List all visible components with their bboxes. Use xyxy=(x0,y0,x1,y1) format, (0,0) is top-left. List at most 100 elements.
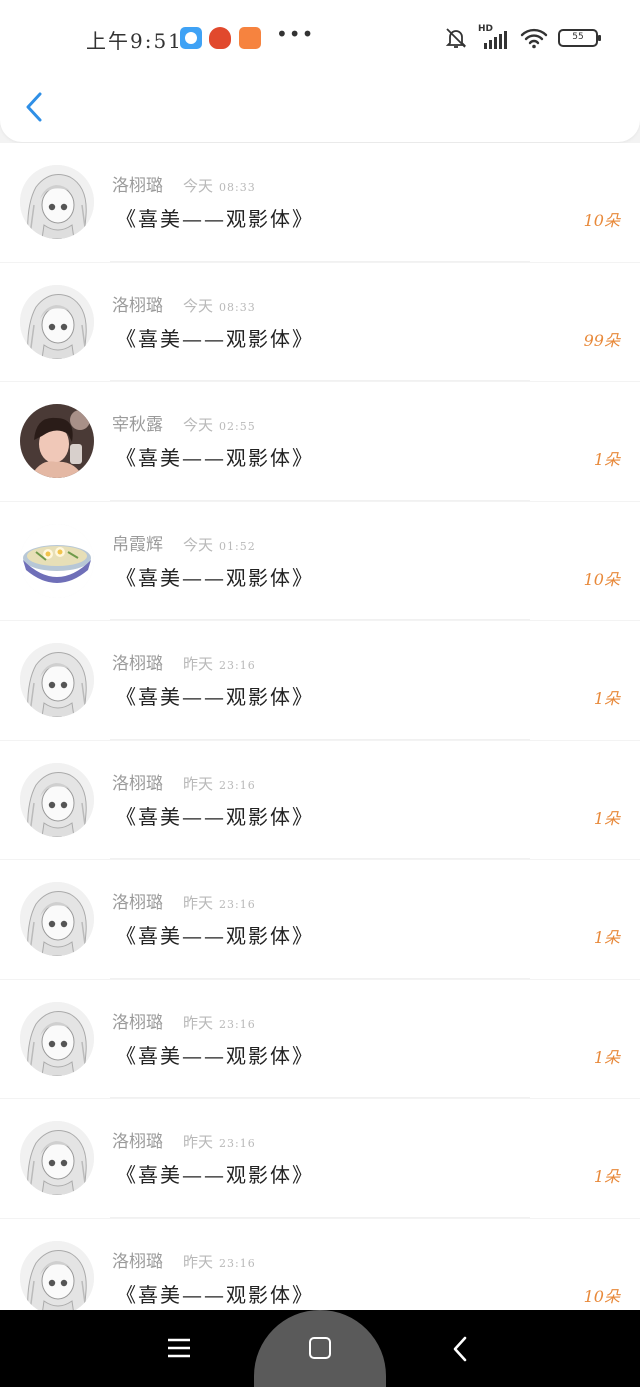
item-day: 今天 xyxy=(183,296,214,315)
divider xyxy=(110,977,530,979)
back-triangle-icon[interactable] xyxy=(450,1334,470,1364)
more-notifications-icon: ••• xyxy=(276,22,315,46)
item-date: 昨天 23:16 xyxy=(183,1012,256,1033)
work-title: 《喜美——观影体》 xyxy=(116,1043,314,1068)
flower-count: 1朵 xyxy=(593,808,620,828)
list-item[interactable]: 帛霞辉 今天 01:52 《喜美——观影体》 10朵 xyxy=(0,501,640,620)
avatar[interactable] xyxy=(20,762,94,837)
item-time: 23:16 xyxy=(219,898,256,911)
avatar[interactable] xyxy=(20,523,94,598)
battery-level: 55 xyxy=(572,32,584,42)
list-item[interactable]: 洛栩璐 昨天 23:16 《喜美——观影体》 1朵 xyxy=(0,860,640,979)
avatar[interactable] xyxy=(20,643,94,717)
item-day: 昨天 xyxy=(183,1133,214,1151)
list-item[interactable]: 洛栩璐 今天 08:33 《喜美——观影体》 10朵 xyxy=(0,143,640,262)
item-time: 23:16 xyxy=(219,1256,256,1270)
item-meta: 洛栩璐 昨天 23:16 xyxy=(112,1247,256,1272)
item-time: 23:16 xyxy=(219,1137,256,1150)
work-title: 《喜美——观影体》 xyxy=(116,446,314,470)
flower-count: 1朵 xyxy=(593,689,620,708)
avatar[interactable] xyxy=(20,165,94,239)
work-title: 《喜美——观影体》 xyxy=(116,1282,314,1307)
list-item[interactable]: 洛栩璐 昨天 23:16 《喜美——观影体》 10朵 xyxy=(0,1218,640,1310)
menu-icon[interactable] xyxy=(166,1336,192,1360)
avatar[interactable] xyxy=(20,1001,94,1076)
item-day: 昨天 xyxy=(183,655,214,673)
gift-list: 洛栩璐 今天 08:33 《喜美——观影体》 10朵 洛栩璐 今天 08:33 《喜美——观影体… xyxy=(0,142,640,1310)
list-item[interactable]: 洛栩璐 昨天 23:16 《喜美——观影体》 1朵 xyxy=(0,1099,640,1218)
list-item[interactable]: 宰秋露 今天 02:55 《喜美——观影体》 1朵 xyxy=(0,382,640,501)
avatar[interactable] xyxy=(20,284,94,359)
item-meta: 洛栩璐 今天 08:33 xyxy=(112,171,256,196)
status-right-group: HD 55 xyxy=(444,24,601,52)
work-title: 《喜美——观影体》 xyxy=(116,565,314,590)
screen: 上午9:51 ••• HD 55 洛栩璐 今天 08:33 《喜美——观影体》 … xyxy=(0,0,640,1387)
sender-name: 帛霞辉 xyxy=(112,534,163,555)
item-date: 昨天 23:16 xyxy=(183,653,256,674)
divider xyxy=(110,380,530,381)
item-day: 昨天 xyxy=(183,1252,214,1271)
flower-count: 1朵 xyxy=(593,1167,620,1186)
sender-name: 洛栩璐 xyxy=(112,176,163,196)
item-meta: 洛栩璐 昨天 23:16 xyxy=(112,649,256,674)
item-time: 01:52 xyxy=(219,539,256,553)
item-meta: 洛栩璐 今天 08:33 xyxy=(112,291,256,316)
sender-name: 洛栩璐 xyxy=(112,654,163,674)
top-bar: 上午9:51 ••• HD 55 xyxy=(0,0,640,142)
work-title: 《喜美——观影体》 xyxy=(116,924,314,948)
work-title: 《喜美——观影体》 xyxy=(116,804,314,829)
list-item[interactable]: 洛栩璐 今天 08:33 《喜美——观影体》 99朵 xyxy=(0,262,640,381)
item-date: 昨天 23:16 xyxy=(183,892,256,913)
item-date: 昨天 23:16 xyxy=(183,1251,256,1272)
blue-app-icon xyxy=(180,27,202,49)
divider xyxy=(110,858,530,859)
item-date: 今天 08:33 xyxy=(183,175,256,196)
item-date: 今天 02:55 xyxy=(183,414,256,435)
flower-count: 1朵 xyxy=(593,928,620,947)
sender-name: 洛栩璐 xyxy=(112,773,163,794)
orange-bag-app-icon xyxy=(239,27,261,49)
back-button[interactable] xyxy=(20,88,50,126)
divider xyxy=(110,1216,530,1218)
status-bar: 上午9:51 ••• HD 55 xyxy=(0,18,640,58)
flower-count: 1朵 xyxy=(593,1047,620,1067)
item-day: 今天 xyxy=(183,416,214,434)
work-title: 《喜美——观影体》 xyxy=(116,326,314,351)
sender-name: 洛栩璐 xyxy=(112,1012,163,1033)
work-title: 《喜美——观影体》 xyxy=(116,1163,314,1187)
item-time: 23:16 xyxy=(219,659,256,672)
list-item[interactable]: 洛栩璐 昨天 23:16 《喜美——观影体》 1朵 xyxy=(0,979,640,1098)
avatar[interactable] xyxy=(20,1240,94,1310)
item-day: 今天 xyxy=(183,177,214,195)
sender-name: 洛栩璐 xyxy=(112,893,163,913)
signal-bars xyxy=(484,31,507,49)
item-date: 今天 08:33 xyxy=(183,295,256,316)
red-app-icon xyxy=(209,27,231,49)
item-date: 昨天 23:16 xyxy=(183,773,256,794)
list-item[interactable]: 洛栩璐 昨天 23:16 《喜美——观影体》 1朵 xyxy=(0,740,640,859)
item-day: 昨天 xyxy=(183,774,214,793)
wifi-icon xyxy=(520,28,548,49)
status-time: 上午9:51 xyxy=(86,29,183,53)
home-square-icon xyxy=(309,1337,331,1359)
item-meta: 洛栩璐 昨天 23:16 xyxy=(112,1127,256,1152)
flower-count: 99朵 xyxy=(583,330,620,350)
item-meta: 洛栩璐 昨天 23:16 xyxy=(112,1008,256,1033)
item-day: 昨天 xyxy=(183,1013,214,1032)
item-time: 08:33 xyxy=(219,300,256,314)
item-meta: 洛栩璐 昨天 23:16 xyxy=(112,888,256,913)
list-item[interactable]: 洛栩璐 昨天 23:16 《喜美——观影体》 1朵 xyxy=(0,621,640,740)
signal-icon: HD xyxy=(478,24,510,50)
flower-count: 1朵 xyxy=(593,450,620,469)
divider xyxy=(110,260,530,262)
divider xyxy=(110,738,530,740)
item-day: 今天 xyxy=(183,535,214,554)
item-meta: 宰秋露 今天 02:55 xyxy=(112,410,256,435)
avatar[interactable] xyxy=(20,1121,94,1195)
flower-count: 10朵 xyxy=(583,211,620,230)
avatar[interactable] xyxy=(20,404,94,478)
home-button[interactable] xyxy=(254,1310,386,1387)
item-time: 23:16 xyxy=(219,1017,256,1031)
avatar[interactable] xyxy=(20,882,94,956)
item-time: 02:55 xyxy=(219,420,256,433)
